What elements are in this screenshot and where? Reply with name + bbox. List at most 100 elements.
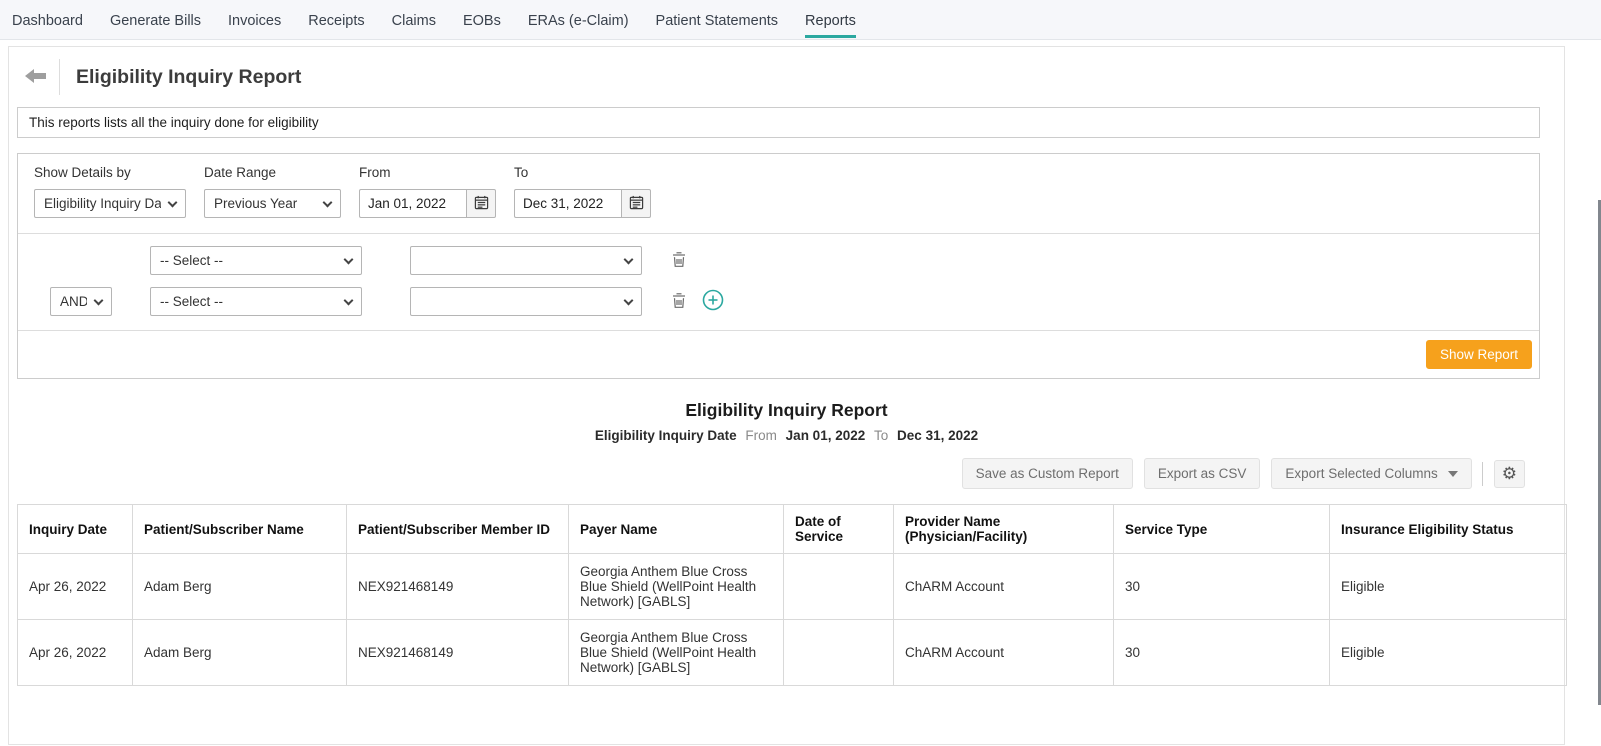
header-divider — [59, 59, 60, 95]
col-insurance-eligibility-status: Insurance Eligibility Status — [1329, 504, 1567, 554]
cell-date-of-service — [783, 619, 894, 686]
trash-icon — [671, 292, 687, 312]
to-calendar-button[interactable] — [621, 189, 651, 218]
cell-service-type: 30 — [1113, 553, 1330, 620]
nav-item-patient-statements[interactable]: Patient Statements — [656, 2, 779, 38]
col-provider-name: Provider Name (Physician/Facility) — [893, 504, 1114, 554]
show-details-by-group: Show Details by Eligibility Inquiry Da — [34, 165, 186, 218]
arrow-left-icon — [25, 68, 47, 87]
from-label: From — [359, 165, 391, 180]
chevron-down-icon — [343, 254, 354, 264]
page-title: Eligibility Inquiry Report — [76, 65, 302, 88]
from-calendar-button[interactable] — [466, 189, 496, 218]
to-date-input[interactable] — [514, 189, 621, 218]
report-subtitle: Eligibility Inquiry Date From Jan 01, 20… — [9, 428, 1564, 443]
report-description: This reports lists all the inquiry done … — [17, 107, 1540, 138]
chevron-down-icon — [167, 197, 178, 207]
chevron-down-icon — [343, 295, 354, 305]
export-as-csv-button[interactable]: Export as CSV — [1143, 458, 1261, 489]
condition-2-field-select[interactable]: -- Select -- — [150, 287, 362, 316]
top-nav: Dashboard Generate Bills Invoices Receip… — [0, 0, 1601, 40]
cell-provider-name: ChARM Account — [893, 553, 1114, 620]
cell-inquiry-date: Apr 26, 2022 — [17, 553, 133, 620]
chevron-down-icon — [93, 295, 104, 305]
subtitle-from-label: From — [745, 428, 777, 443]
condition-2-operator-select[interactable]: AND — [50, 287, 112, 316]
add-condition-button[interactable] — [702, 289, 724, 314]
chevron-down-icon — [623, 295, 634, 305]
date-range-select[interactable]: Previous Year — [204, 189, 341, 218]
cell-patient-name: Adam Berg — [132, 553, 347, 620]
condition-row-2: AND -- Select -- — [50, 281, 1523, 322]
date-range-group: Date Range Previous Year — [204, 165, 341, 218]
nav-item-eobs[interactable]: EOBs — [463, 2, 501, 38]
gear-icon: ⚙ — [1501, 463, 1517, 483]
nav-item-claims[interactable]: Claims — [392, 2, 436, 38]
cell-eligibility-status: Eligible — [1329, 619, 1567, 686]
back-button[interactable] — [23, 66, 49, 88]
cell-service-type: 30 — [1113, 619, 1330, 686]
subtitle-field: Eligibility Inquiry Date — [594, 428, 737, 443]
to-date-group: To — [514, 165, 651, 218]
cell-inquiry-date: Apr 26, 2022 — [17, 619, 133, 686]
report-actions: Save as Custom Report Export as CSV Expo… — [9, 458, 1525, 489]
cell-payer-name: Georgia Anthem Blue Cross Blue Shield (W… — [568, 619, 784, 686]
cell-patient-name: Adam Berg — [132, 619, 347, 686]
calendar-icon — [474, 195, 489, 213]
show-details-by-select[interactable]: Eligibility Inquiry Da — [34, 189, 186, 218]
cell-provider-name: ChARM Account — [893, 619, 1114, 686]
to-label: To — [514, 165, 529, 180]
export-selected-columns-button[interactable]: Export Selected Columns — [1271, 458, 1472, 489]
col-date-of-service: Date of Service — [783, 504, 894, 554]
from-date-input[interactable] — [359, 189, 466, 218]
show-details-by-label: Show Details by — [34, 165, 131, 180]
nav-item-receipts[interactable]: Receipts — [308, 2, 364, 38]
nav-item-dashboard[interactable]: Dashboard — [12, 2, 83, 38]
col-member-id: Patient/Subscriber Member ID — [346, 504, 569, 554]
report-title: Eligibility Inquiry Report — [685, 400, 888, 420]
chevron-down-icon — [322, 197, 333, 207]
table-header-row: Inquiry Date Patient/Subscriber Name Pat… — [17, 504, 1567, 554]
nav-item-reports[interactable]: Reports — [805, 2, 856, 38]
from-date-group: From — [359, 165, 496, 218]
table-row: Apr 26, 2022 Adam Berg NEX921468149 Geor… — [17, 553, 1567, 620]
subtitle-to-value: Dec 31, 2022 — [897, 428, 979, 443]
plus-circle-icon — [702, 289, 724, 314]
subtitle-to-label: To — [874, 428, 889, 443]
col-inquiry-date: Inquiry Date — [17, 504, 133, 554]
table-row: Apr 26, 2022 Adam Berg NEX921468149 Geor… — [17, 619, 1567, 686]
date-range-label: Date Range — [204, 165, 277, 180]
condition-row-1: -- Select -- — [50, 240, 1523, 281]
cell-date-of-service — [783, 553, 894, 620]
caret-down-icon — [1447, 470, 1458, 477]
page-header: Eligibility Inquiry Report — [9, 47, 1564, 105]
cell-payer-name: Georgia Anthem Blue Cross Blue Shield (W… — [568, 553, 784, 620]
subtitle-from-value: Jan 01, 2022 — [785, 428, 866, 443]
eligibility-report-table: Inquiry Date Patient/Subscriber Name Pat… — [17, 504, 1567, 686]
nav-item-eras[interactable]: ERAs (e-Claim) — [528, 2, 629, 38]
filter-panel: Show Details by Eligibility Inquiry Da D… — [17, 153, 1540, 379]
calendar-icon — [629, 195, 644, 213]
nav-item-invoices[interactable]: Invoices — [228, 2, 281, 38]
save-as-custom-report-button[interactable]: Save as Custom Report — [961, 458, 1133, 489]
cell-eligibility-status: Eligible — [1329, 553, 1567, 620]
condition-2-value-select[interactable] — [410, 287, 642, 316]
cell-member-id: NEX921468149 — [346, 553, 569, 620]
main-content-card: Eligibility Inquiry Report This reports … — [8, 46, 1567, 745]
col-patient-name: Patient/Subscriber Name — [132, 504, 347, 554]
settings-button[interactable]: ⚙ — [1493, 459, 1525, 488]
filter-footer: Show Report — [18, 330, 1539, 378]
condition-2-delete-button[interactable] — [671, 292, 687, 312]
cell-member-id: NEX921468149 — [346, 619, 569, 686]
nav-item-generate-bills[interactable]: Generate Bills — [110, 2, 201, 38]
filter-top-row: Show Details by Eligibility Inquiry Da D… — [18, 154, 1539, 233]
col-payer-name: Payer Name — [568, 504, 784, 554]
condition-1-value-select[interactable] — [410, 246, 642, 275]
actions-divider — [1481, 461, 1483, 486]
chevron-down-icon — [623, 254, 634, 264]
condition-1-delete-button[interactable] — [671, 251, 687, 271]
filter-conditions: -- Select -- AND -- Select -- — [18, 234, 1539, 330]
show-report-button[interactable]: Show Report — [1425, 340, 1532, 369]
condition-1-field-select[interactable]: -- Select -- — [150, 246, 362, 275]
col-service-type: Service Type — [1113, 504, 1330, 554]
